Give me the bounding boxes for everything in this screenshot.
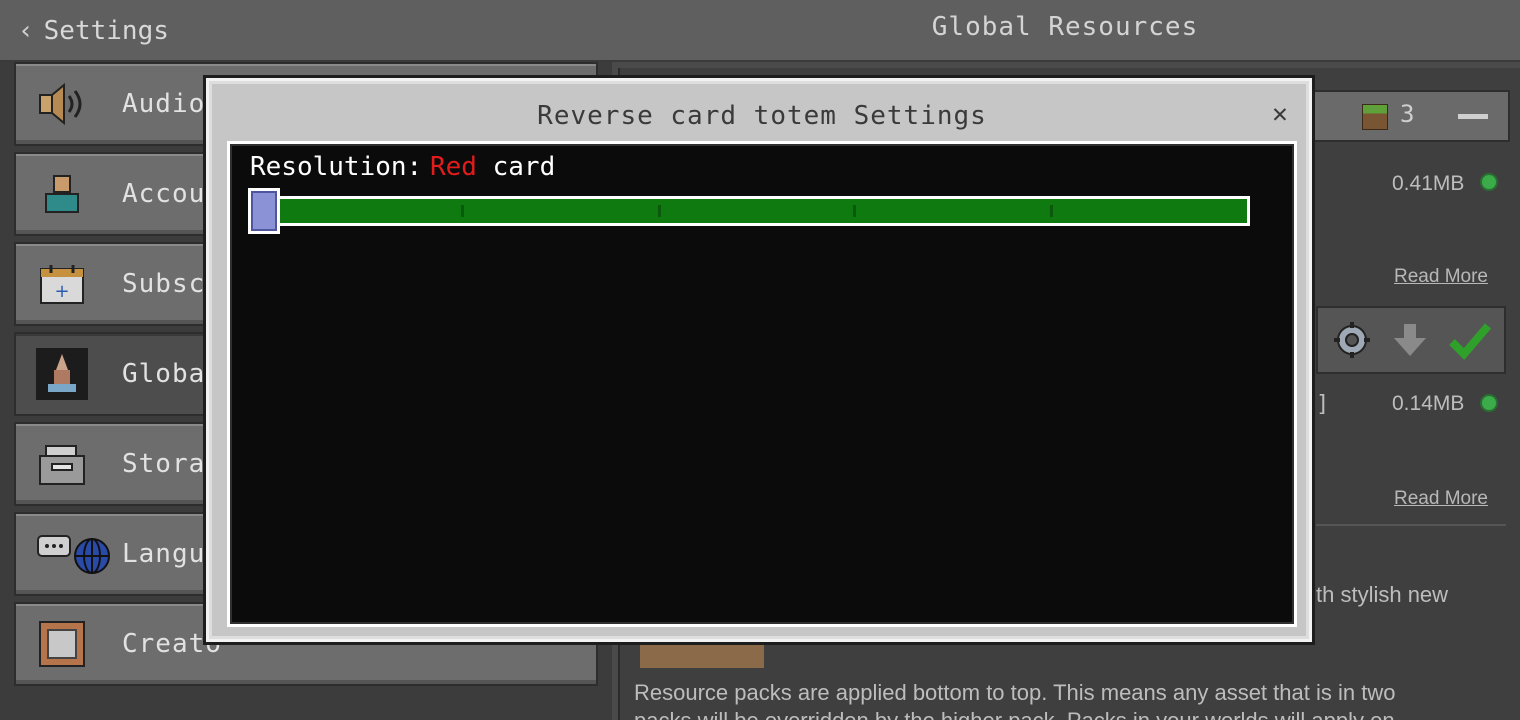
pack-size: 0.41MB xyxy=(1392,172,1465,195)
pack-image xyxy=(640,640,764,668)
checkmark-icon[interactable] xyxy=(1444,314,1496,366)
chevron-left-icon: ‹ xyxy=(18,16,34,46)
read-more-link[interactable]: Read More xyxy=(1394,266,1488,288)
pack-count: 3 xyxy=(1400,100,1415,128)
storage-icon xyxy=(36,438,88,490)
resolution-slider[interactable] xyxy=(250,196,1250,226)
global-resources-icon xyxy=(36,348,88,400)
slider-tick xyxy=(1050,205,1053,217)
creator-icon xyxy=(36,618,88,670)
svg-text:+: + xyxy=(54,281,69,302)
sidebar-item-label: Langu xyxy=(122,539,206,569)
slider-tick xyxy=(658,205,661,217)
divider xyxy=(1316,524,1506,526)
read-more-link[interactable]: Read More xyxy=(1394,488,1488,510)
resolution-value: Red card xyxy=(430,152,555,182)
speaker-icon xyxy=(36,78,88,130)
close-icon[interactable]: ✕ xyxy=(1265,99,1295,129)
top-bar: ‹ Settings Global Resources xyxy=(0,0,1520,62)
pack-settings-dialog: Reverse card totem Settings ✕ Resolution… xyxy=(206,78,1312,642)
back-button[interactable]: ‹ Settings xyxy=(18,12,169,50)
move-down-icon[interactable] xyxy=(1384,314,1436,366)
slider-tick xyxy=(853,205,856,217)
status-dot-icon xyxy=(1480,173,1498,191)
back-label: Settings xyxy=(43,16,169,46)
sidebar-item-label: Accou xyxy=(122,179,206,209)
resolution-label: Resolution: xyxy=(250,152,423,182)
page-title: Global Resources xyxy=(931,12,1199,42)
pack-description: th stylish new xyxy=(1316,582,1449,607)
slider-handle[interactable] xyxy=(248,188,280,234)
sidebar-item-label: Globa xyxy=(122,359,206,389)
pack-size: 0.14MB xyxy=(1392,392,1465,415)
language-icon xyxy=(36,528,116,580)
sidebar-item-label: Subsc xyxy=(122,269,206,299)
resolution-value-color: Red xyxy=(430,152,477,182)
gear-icon[interactable] xyxy=(1326,314,1378,366)
grass-block-icon xyxy=(1362,104,1388,130)
sidebar-item-label: Audio xyxy=(122,89,206,119)
dialog-title: Reverse card totem Settings xyxy=(537,101,987,131)
pack-name-fragment: ] xyxy=(1316,392,1330,417)
status-dot-icon xyxy=(1480,394,1498,412)
settings-content: Resolution: Red card xyxy=(227,141,1297,627)
footer-text-line2: packs will be overridden by the higher p… xyxy=(634,708,1395,720)
account-icon xyxy=(36,168,88,220)
sidebar-item-label: Stora xyxy=(122,449,206,479)
subscription-icon: + xyxy=(36,258,88,310)
resolution-value-rest: card xyxy=(476,152,556,182)
footer-text-line1: Resource packs are applied bottom to top… xyxy=(634,680,1396,705)
collapse-minus-icon[interactable] xyxy=(1458,114,1488,119)
slider-tick xyxy=(461,205,464,217)
